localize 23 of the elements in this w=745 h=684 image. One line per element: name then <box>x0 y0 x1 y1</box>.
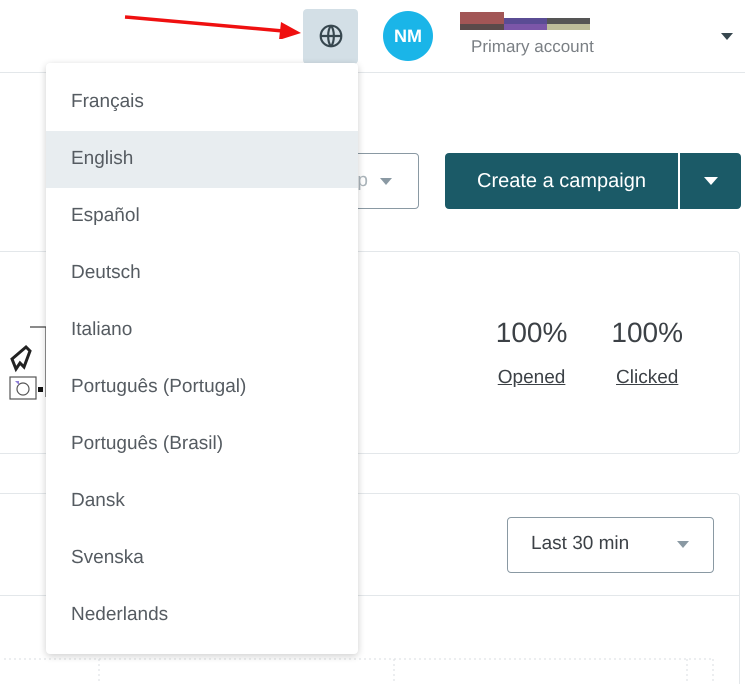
create-campaign-button[interactable]: Create a campaign <box>445 153 678 209</box>
language-option[interactable]: Svenska <box>46 530 358 587</box>
caret-icon <box>704 177 718 185</box>
stat-link[interactable]: Opened <box>498 364 566 393</box>
language-option[interactable]: Português (Portugal) <box>46 359 358 416</box>
globe-icon <box>318 23 344 49</box>
account-subtitle: Primary account <box>471 36 594 58</box>
caret-icon <box>380 178 392 184</box>
time-range-select[interactable]: Last 30 min <box>507 516 714 572</box>
language-button[interactable] <box>303 8 358 64</box>
caret-icon <box>677 541 689 548</box>
language-option[interactable]: Dansk <box>46 473 358 530</box>
stat-value: 100% <box>496 316 568 350</box>
language-option[interactable]: Português (Brasil) <box>46 416 358 473</box>
language-option[interactable]: Deutsch <box>46 245 358 302</box>
stat-link[interactable]: Clicked <box>616 364 678 393</box>
caret-icon[interactable] <box>721 32 733 40</box>
language-option[interactable]: Nederlands <box>46 587 358 644</box>
language-option[interactable]: Italiano <box>46 302 358 359</box>
language-option[interactable]: English <box>46 131 358 188</box>
language-option[interactable]: Français <box>46 74 358 131</box>
language-option[interactable]: Español <box>46 188 358 245</box>
stat-value: 100% <box>611 316 683 350</box>
